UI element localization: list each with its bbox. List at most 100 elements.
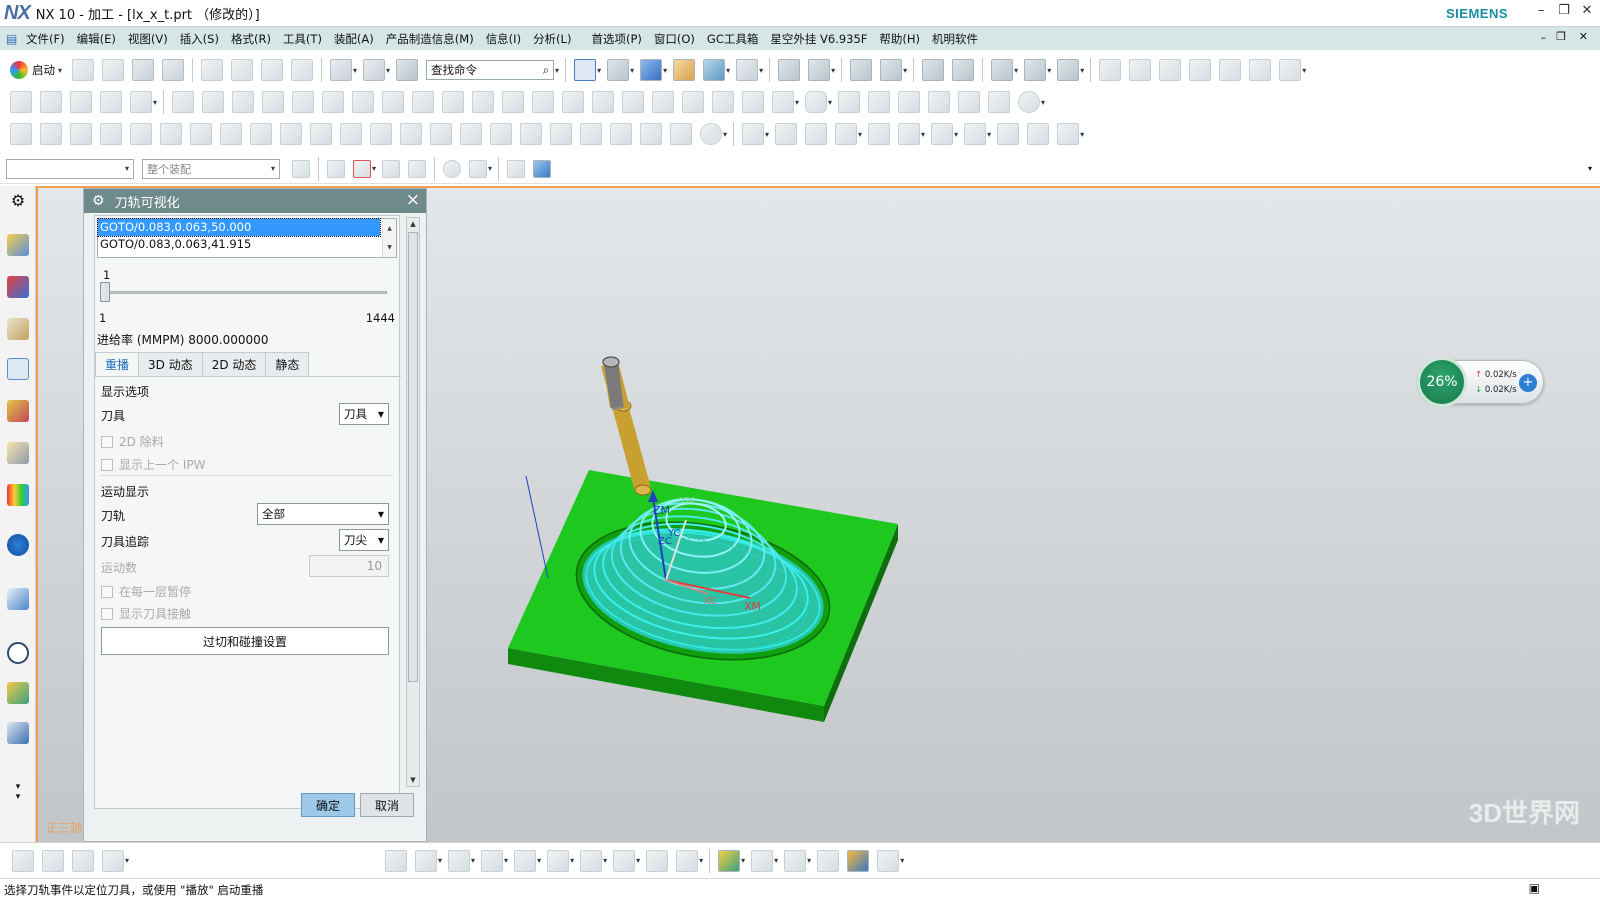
- feature-f-icon[interactable]: [547, 849, 570, 872]
- drawing-view-icon[interactable]: [1129, 59, 1152, 81]
- save-icon[interactable]: [132, 59, 155, 81]
- background-icon[interactable]: [736, 59, 759, 81]
- start-button[interactable]: 启动 ▾: [6, 61, 68, 79]
- point-icon[interactable]: [202, 91, 225, 113]
- tool-trace-select[interactable]: 刀尖 ▼: [339, 529, 389, 551]
- bottom-tool-3-icon[interactable]: [72, 849, 94, 872]
- constraint-navigator-icon[interactable]: [7, 276, 29, 298]
- extrude-icon[interactable]: [382, 91, 405, 113]
- pmi-icon[interactable]: [1249, 59, 1272, 81]
- settings-icon[interactable]: ⚙: [7, 190, 29, 212]
- cube-a-icon[interactable]: [775, 123, 798, 145]
- verify-path-icon[interactable]: [190, 123, 212, 145]
- feature-a-icon[interactable]: [385, 849, 408, 872]
- history-icon[interactable]: [7, 588, 29, 610]
- tab-static[interactable]: 静态: [265, 352, 310, 376]
- update-view-icon[interactable]: [1279, 59, 1302, 81]
- replay-slider[interactable]: [103, 291, 387, 294]
- show-hide-icon[interactable]: [808, 59, 831, 81]
- undo-icon[interactable]: [330, 59, 353, 81]
- shop-doc-icon[interactable]: [280, 123, 302, 145]
- machine-navigator-icon[interactable]: [7, 400, 29, 422]
- simulate-icon[interactable]: [220, 123, 242, 145]
- clock-navigator-icon[interactable]: [7, 642, 29, 664]
- feature-m-icon[interactable]: [877, 849, 900, 872]
- scroll-down-arrow-icon[interactable]: ▼: [407, 774, 419, 786]
- type-filter-select[interactable]: ▾: [6, 158, 134, 179]
- system-materials-icon[interactable]: [7, 682, 29, 704]
- scroll-thumb[interactable]: [408, 232, 418, 682]
- dialog-close-button[interactable]: ×: [406, 190, 420, 210]
- feature-d-icon[interactable]: [481, 849, 504, 872]
- ruler-icon[interactable]: [1057, 59, 1080, 81]
- wcs-icon[interactable]: [880, 59, 903, 81]
- brush-icon[interactable]: [988, 91, 1011, 113]
- command-finder-icon[interactable]: [396, 59, 419, 81]
- new-file-icon[interactable]: [72, 59, 95, 81]
- slot-icon[interactable]: [652, 91, 675, 113]
- feature-i-icon[interactable]: [718, 849, 741, 872]
- shaded-cube-icon[interactable]: [533, 159, 552, 178]
- grid-snap-icon[interactable]: [868, 91, 891, 113]
- restore-button[interactable]: ❐: [1553, 3, 1575, 18]
- feature-j-icon[interactable]: [784, 849, 807, 872]
- select-general-icon[interactable]: [327, 159, 345, 178]
- menu-file[interactable]: 文件(F): [20, 31, 71, 47]
- cube-f-icon[interactable]: [931, 123, 954, 145]
- repeat-command-icon[interactable]: [363, 59, 386, 81]
- menu-gc-toolbox[interactable]: GC工具箱: [701, 31, 764, 47]
- transform-icon[interactable]: [928, 91, 951, 113]
- create-program-icon[interactable]: [10, 91, 32, 113]
- output-cls-icon[interactable]: [340, 123, 362, 145]
- orient-view-icon[interactable]: [640, 59, 663, 81]
- box-select-icon[interactable]: [469, 159, 488, 178]
- text-icon[interactable]: [400, 123, 422, 145]
- crosshair-icon[interactable]: [751, 849, 774, 872]
- menu-view[interactable]: 视图(V): [122, 31, 174, 47]
- toolpath-display-select[interactable]: 全部 ▼: [257, 503, 389, 525]
- assembly-navigator-icon[interactable]: [7, 234, 29, 256]
- view-cube-icon[interactable]: [507, 159, 526, 178]
- cut-icon[interactable]: [201, 59, 224, 81]
- snap-end-icon[interactable]: [382, 159, 401, 178]
- operation-navigator-icon[interactable]: [7, 358, 29, 380]
- create-method-icon[interactable]: [100, 91, 122, 113]
- select-all-icon[interactable]: [353, 159, 371, 178]
- snap-center-icon[interactable]: [443, 159, 462, 178]
- filter-reset-icon[interactable]: [292, 159, 310, 178]
- cube-i-icon[interactable]: [1027, 123, 1050, 145]
- bottom-tool-4-icon[interactable]: [102, 849, 124, 872]
- menu-analysis[interactable]: 分析(L): [527, 31, 577, 47]
- tab-3d-dynamic[interactable]: 3D 动态: [138, 352, 203, 376]
- tool-display-select[interactable]: 刀具 ▼: [339, 403, 389, 425]
- subtract-icon[interactable]: [742, 91, 765, 113]
- bottom-tool-2-icon[interactable]: [42, 849, 64, 872]
- hd3d-tools-icon[interactable]: [7, 484, 29, 506]
- part-navigator-icon[interactable]: [7, 318, 29, 340]
- menu-preferences[interactable]: 首选项(P): [585, 31, 647, 47]
- cube-d-icon[interactable]: [868, 123, 891, 145]
- menu-assembly[interactable]: 装配(A): [328, 31, 380, 47]
- plus-icon[interactable]: +: [1519, 374, 1537, 392]
- stock-icon[interactable]: [520, 123, 542, 145]
- toolbar-options-icon[interactable]: ▾: [1588, 164, 1592, 173]
- open-file-icon[interactable]: [102, 59, 125, 81]
- cube-j-icon[interactable]: [1057, 123, 1080, 145]
- goto-item-selected[interactable]: GOTO/0.083,0.063,50.000: [97, 218, 381, 237]
- reuse-library-icon[interactable]: [7, 442, 29, 464]
- mirror-icon[interactable]: [958, 91, 981, 113]
- block-icon[interactable]: [442, 91, 465, 113]
- chk-pause-each-layer[interactable]: 在每一层暂停: [101, 583, 191, 600]
- chk-prev-ipw[interactable]: 显示上一个 IPW: [101, 456, 205, 473]
- paste-icon[interactable]: [261, 59, 284, 81]
- edit-section-icon[interactable]: [673, 59, 696, 81]
- measure-icon[interactable]: [952, 59, 975, 81]
- plane-icon[interactable]: [232, 91, 255, 113]
- find-command-input[interactable]: 查找命令 ⌕: [426, 60, 555, 80]
- scroll-down-icon[interactable]: ▾ ▾: [7, 782, 29, 804]
- rectangle-icon[interactable]: [772, 91, 795, 113]
- dialog-scrollbar[interactable]: ▲ ▼: [406, 217, 420, 787]
- layer-settings-icon[interactable]: [850, 59, 873, 81]
- fullscreen-icon[interactable]: ▣: [1529, 881, 1540, 895]
- polygon-icon[interactable]: [805, 91, 828, 113]
